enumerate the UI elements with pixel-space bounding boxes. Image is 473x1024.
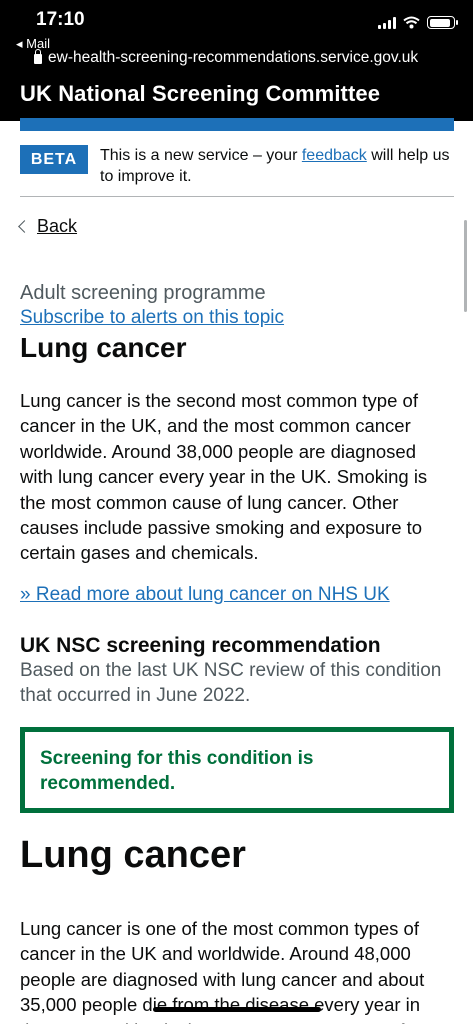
- lock-icon: [34, 49, 42, 64]
- page-caption: Adult screening programme: [20, 282, 266, 304]
- service-name[interactable]: UK National Screening Committee: [20, 81, 380, 107]
- back-link[interactable]: Back: [18, 216, 78, 237]
- chevron-left-icon: [18, 220, 31, 233]
- browser-top-bar: 17:10 ◂ Mail ew-health-screening-recomme…: [0, 0, 473, 121]
- back-link-label: Back: [37, 216, 78, 236]
- wifi-icon: [403, 16, 420, 29]
- phase-banner: BETA This is a new service – your feedba…: [20, 142, 454, 197]
- subscribe-alerts-link[interactable]: Subscribe to alerts on this topic: [20, 307, 284, 329]
- feedback-link[interactable]: feedback: [302, 147, 367, 164]
- recommendation-heading: UK NSC screening recommendation: [20, 634, 381, 657]
- phase-text-before: This is a new service – your: [100, 147, 302, 164]
- header-blue-bar: [20, 118, 454, 131]
- page-title: Lung cancer: [20, 332, 187, 363]
- status-time: 17:10: [36, 9, 85, 30]
- nhs-read-more-link[interactable]: » Read more about lung cancer on NHS UK: [20, 584, 390, 606]
- intro-paragraph: Lung cancer is the second most common ty…: [20, 390, 428, 564]
- url-text: ew-health-screening-recommendations.serv…: [48, 49, 419, 66]
- recommendation-status: Screening for this condition is recommen…: [40, 748, 314, 794]
- beta-tag: BETA: [20, 145, 88, 174]
- status-icons: [378, 16, 458, 29]
- scrollbar[interactable]: [464, 220, 467, 312]
- review-date-text: Based on the last UK NSC review of this …: [20, 660, 442, 706]
- battery-icon: [427, 16, 458, 29]
- recommendation-status-box: Screening for this condition is recommen…: [20, 727, 454, 813]
- condition-title: Lung cancer: [20, 834, 246, 876]
- signal-icon: [378, 16, 396, 29]
- home-indicator[interactable]: [153, 1007, 321, 1012]
- address-bar[interactable]: ew-health-screening-recommendations.serv…: [34, 49, 418, 67]
- phase-banner-text: This is a new service – your feedback wi…: [100, 145, 454, 187]
